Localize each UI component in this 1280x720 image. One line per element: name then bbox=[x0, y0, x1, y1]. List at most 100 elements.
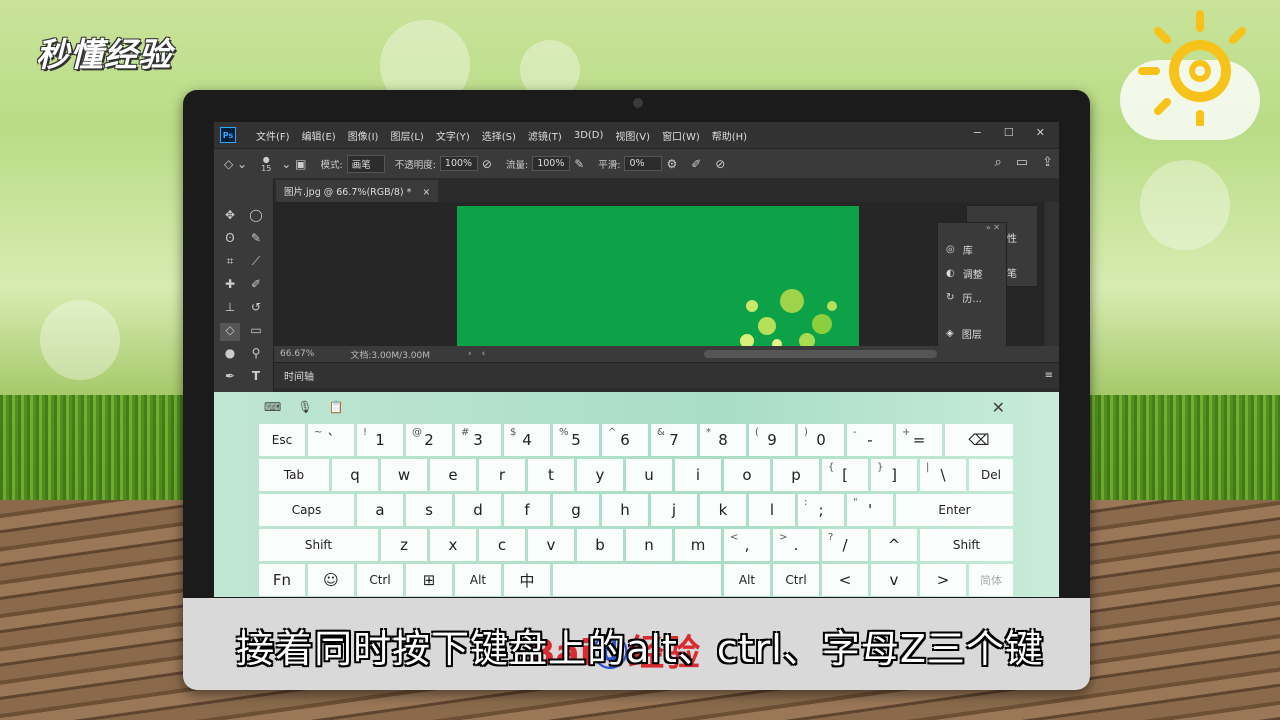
menu-select[interactable]: 选择(S) bbox=[482, 128, 516, 143]
vertical-scrollbar[interactable] bbox=[1045, 202, 1059, 348]
gear-icon[interactable]: ⚙ bbox=[666, 157, 677, 171]
erase-to-history-icon[interactable]: ✐ bbox=[691, 157, 701, 171]
document-canvas[interactable] bbox=[457, 206, 859, 348]
menu-image[interactable]: 图像(I) bbox=[348, 128, 379, 143]
key-k2-10[interactable]: :; bbox=[798, 494, 844, 526]
lasso-tool-icon[interactable]: ʘ bbox=[220, 231, 240, 249]
key-v[interactable]: v bbox=[528, 529, 574, 561]
brush-tool-icon[interactable]: ✐ bbox=[246, 277, 266, 295]
marquee-tool-icon[interactable]: ◯ bbox=[246, 208, 266, 226]
search-icon[interactable]: ⌕ bbox=[995, 155, 1002, 170]
key-k4-3[interactable]: ⊞ bbox=[406, 564, 452, 596]
mode-select[interactable]: 画笔 bbox=[346, 154, 385, 173]
key-d[interactable]: d bbox=[455, 494, 501, 526]
menu-layer[interactable]: 图层(L) bbox=[390, 128, 423, 143]
key-k4-1[interactable]: ☺ bbox=[308, 564, 354, 596]
keyboard-close-button[interactable]: ✕ bbox=[992, 398, 1005, 417]
key-tab[interactable]: Tab bbox=[259, 459, 329, 491]
key-o[interactable]: o bbox=[724, 459, 770, 491]
key-r[interactable]: r bbox=[479, 459, 525, 491]
key-enter[interactable]: Enter bbox=[896, 494, 1013, 526]
key-0[interactable]: ) 0 bbox=[798, 424, 844, 456]
key-i[interactable]: i bbox=[675, 459, 721, 491]
share-icon[interactable]: ⇪ bbox=[1042, 155, 1053, 170]
key-2[interactable]: @2 bbox=[406, 424, 452, 456]
key-8[interactable]: * 8 bbox=[700, 424, 746, 456]
key-k4-12[interactable]: 简体 bbox=[969, 564, 1013, 596]
key-shift[interactable]: Shift bbox=[920, 529, 1013, 561]
key-f[interactable]: f bbox=[504, 494, 550, 526]
key-j[interactable]: j bbox=[651, 494, 697, 526]
key-k4-5[interactable]: 中 bbox=[504, 564, 550, 596]
key-fn[interactable]: Fn bbox=[259, 564, 305, 596]
menu-3d[interactable]: 3D(D) bbox=[574, 130, 604, 141]
menu-edit[interactable]: 编辑(E) bbox=[302, 128, 336, 143]
status-expand-icon[interactable]: › bbox=[468, 349, 472, 359]
key-k1-12[interactable]: }] bbox=[871, 459, 917, 491]
key-k3-9[interactable]: >. bbox=[773, 529, 819, 561]
key-q[interactable]: q bbox=[332, 459, 378, 491]
minimize-button[interactable]: − bbox=[973, 126, 982, 139]
panel-libraries[interactable]: ◎ 库 bbox=[938, 237, 1006, 261]
menu-type[interactable]: 文字(Y) bbox=[436, 128, 470, 143]
key-caps[interactable]: Caps bbox=[259, 494, 354, 526]
document-tab-close-icon[interactable]: × bbox=[422, 187, 430, 198]
close-button[interactable]: ✕ bbox=[1036, 126, 1045, 139]
key-5[interactable]: % 5 bbox=[553, 424, 599, 456]
key-k0-12[interactable]: -- bbox=[847, 424, 893, 456]
eraser-tool-icon[interactable]: ◇ bbox=[220, 323, 240, 341]
key-7[interactable]: & 7 bbox=[651, 424, 697, 456]
menu-help[interactable]: 帮助(H) bbox=[712, 128, 747, 143]
key-c[interactable]: c bbox=[479, 529, 525, 561]
timeline-label[interactable]: 时间轴 bbox=[284, 368, 314, 383]
keyboard-layout-icon[interactable]: ⌨ bbox=[264, 400, 281, 414]
key-space[interactable] bbox=[553, 564, 721, 596]
key-x[interactable]: x bbox=[430, 529, 476, 561]
key-9[interactable]: (9 bbox=[749, 424, 795, 456]
key-esc[interactable]: Esc bbox=[259, 424, 305, 456]
crop-tool-icon[interactable]: ⌗ bbox=[220, 254, 240, 272]
panel-layers[interactable]: ◈ 图层 bbox=[938, 321, 1006, 345]
horizontal-scrollbar[interactable] bbox=[704, 350, 937, 358]
key-alt[interactable]: Alt bbox=[455, 564, 501, 596]
key-6[interactable]: ^ 6 bbox=[602, 424, 648, 456]
key-k[interactable]: k bbox=[700, 494, 746, 526]
menu-view[interactable]: 视图(V) bbox=[615, 128, 650, 143]
panel-history[interactable]: ↻ 历... bbox=[938, 285, 1006, 309]
key-g[interactable]: g bbox=[553, 494, 599, 526]
brush-size-picker[interactable]: ● 15 bbox=[261, 155, 271, 173]
eyedropper-tool-icon[interactable]: ⟋ bbox=[246, 254, 266, 272]
key-k3-10[interactable]: ? / bbox=[822, 529, 868, 561]
key-u[interactable]: u bbox=[626, 459, 672, 491]
menu-file[interactable]: 文件(F) bbox=[256, 128, 290, 143]
key-l[interactable]: l bbox=[749, 494, 795, 526]
key-a[interactable]: a bbox=[357, 494, 403, 526]
key-k0-1[interactable]: ~ ` bbox=[308, 424, 354, 456]
pressure-size-icon[interactable]: ⊘ bbox=[715, 157, 725, 171]
dodge-tool-icon[interactable]: ⚲ bbox=[246, 346, 266, 364]
key-h[interactable]: h bbox=[602, 494, 648, 526]
key-t[interactable]: t bbox=[528, 459, 574, 491]
key-k3-8[interactable]: <, bbox=[724, 529, 770, 561]
key-k1-13[interactable]: | \ bbox=[920, 459, 966, 491]
brush-settings-icon[interactable]: ⌄ ▣ bbox=[281, 157, 306, 171]
eraser-preset-icon[interactable]: ◇ ⌄ bbox=[224, 157, 247, 171]
pen-tool-icon[interactable]: ✒ bbox=[220, 369, 240, 387]
key-k0-13[interactable]: + = bbox=[896, 424, 942, 456]
zoom-level[interactable]: 66.67% bbox=[280, 349, 314, 359]
pressure-opacity-icon[interactable]: ⊘ bbox=[482, 157, 492, 171]
key-k2-11[interactable]: " ' bbox=[847, 494, 893, 526]
move-tool-icon[interactable]: ✥ bbox=[220, 208, 240, 226]
key-4[interactable]: $4 bbox=[504, 424, 550, 456]
key-b[interactable]: b bbox=[577, 529, 623, 561]
maximize-button[interactable]: ☐ bbox=[1004, 126, 1014, 139]
key-y[interactable]: y bbox=[577, 459, 623, 491]
panel-adjustments[interactable]: ◐ 调整 bbox=[938, 261, 1006, 285]
key-3[interactable]: #3 bbox=[455, 424, 501, 456]
key-alt[interactable]: Alt bbox=[724, 564, 770, 596]
key-s[interactable]: s bbox=[406, 494, 452, 526]
document-tab[interactable]: 图片.jpg @ 66.7%(RGB/8) * × bbox=[276, 180, 439, 202]
opacity-input[interactable]: 100% bbox=[439, 156, 478, 171]
key-del[interactable]: Del bbox=[969, 459, 1013, 491]
key-k0-14[interactable]: ⌫ bbox=[945, 424, 1013, 456]
